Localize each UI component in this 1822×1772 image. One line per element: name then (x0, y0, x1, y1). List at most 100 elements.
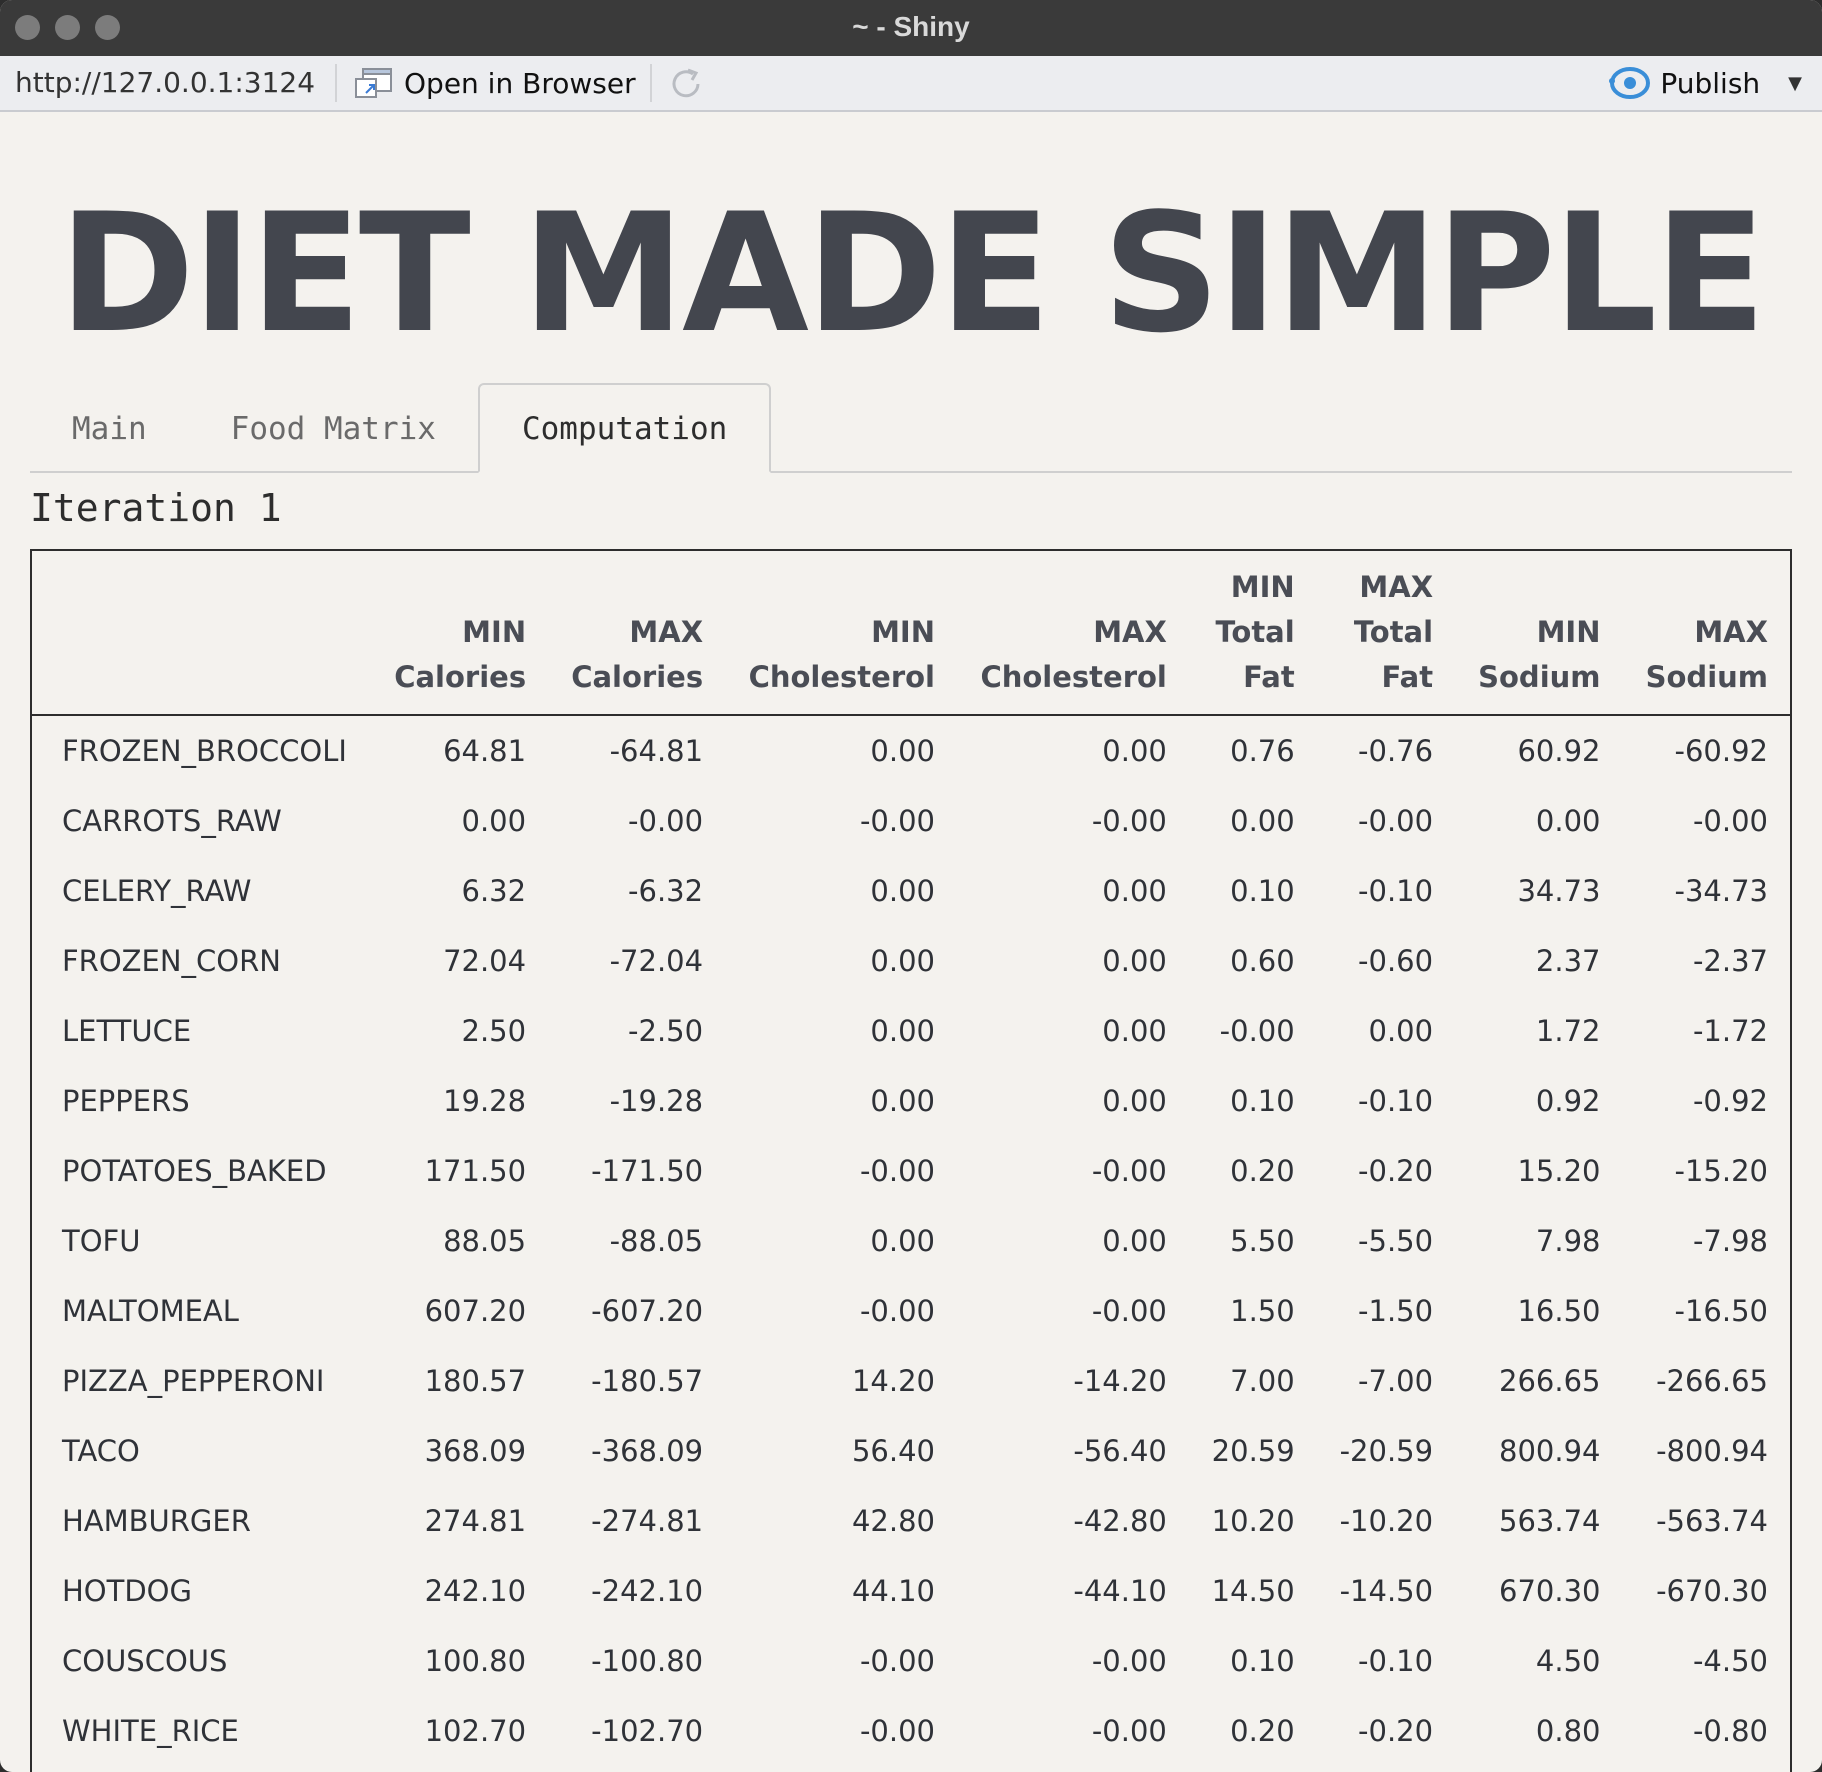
tab-main[interactable]: Main (30, 385, 189, 471)
food-name-cell: HAMBURGER (62, 1504, 251, 1538)
value-cell: 0.60 (1230, 944, 1295, 978)
value-cell: -2.50 (628, 1014, 704, 1048)
publish-icon (1608, 65, 1652, 101)
value-cell: 2.37 (1535, 944, 1601, 978)
value-cell: 7.00 (1230, 1364, 1295, 1398)
publish-button[interactable]: Publish ▼ (1608, 56, 1802, 110)
food-name-cell: TOFU (62, 1224, 141, 1258)
column-header-text: Total (1215, 615, 1295, 649)
value-cell: -102.70 (591, 1714, 704, 1748)
column-header-text: Total (1353, 615, 1434, 649)
value-cell: -0.00 (1219, 1014, 1295, 1048)
value-cell: -0.00 (859, 1714, 935, 1748)
value-cell: 7.98 (1535, 1224, 1601, 1258)
value-cell: 5.50 (1230, 1224, 1295, 1258)
column-header-text: MAX (629, 615, 704, 649)
column-header-text: Fat (1243, 660, 1295, 694)
value-cell: -180.57 (591, 1364, 704, 1398)
tab-bar: Main Food Matrix Computation (30, 382, 1792, 473)
column-header-text: MAX (1694, 615, 1768, 649)
computation-table: MIN Calories MAX Calories MIN Cholesterol MAX C… (32, 551, 1790, 1766)
value-cell: -171.50 (591, 1154, 704, 1188)
food-name-cell: FROZEN_BROCCOLI (62, 734, 347, 768)
value-cell: -5.50 (1358, 1224, 1434, 1258)
column-header-text: Fat (1381, 660, 1434, 694)
table-row: FROZEN_CORN 72.04 -72.04 0.00 0.00 0.60 -0.60 2… (32, 926, 1790, 996)
toolbar-divider (335, 64, 337, 102)
value-cell: 44.10 (851, 1574, 935, 1608)
value-cell: -4.50 (1692, 1644, 1768, 1678)
tab-food-matrix[interactable]: Food Matrix (189, 385, 478, 471)
value-cell: 0.20 (1230, 1714, 1295, 1748)
value-cell: 0.00 (1535, 804, 1601, 838)
value-cell: -2.37 (1692, 944, 1768, 978)
value-cell: -0.00 (1091, 804, 1167, 838)
value-cell: -16.50 (1674, 1294, 1769, 1328)
food-name-cell: PIZZA_PEPPERONI (62, 1364, 325, 1398)
value-cell: -0.00 (859, 1154, 935, 1188)
url-text[interactable]: http://127.0.0.1:3124 (15, 56, 315, 110)
value-cell: -1.50 (1358, 1294, 1434, 1328)
value-cell: -88.05 (609, 1224, 704, 1258)
column-header-text: Calories (571, 660, 704, 694)
value-cell: -72.04 (609, 944, 704, 978)
value-cell: -0.00 (1692, 804, 1768, 838)
value-cell: -274.81 (591, 1504, 704, 1538)
value-cell: 0.00 (1102, 1084, 1167, 1118)
value-cell: -42.80 (1073, 1504, 1167, 1538)
viewer-toolbar: http://127.0.0.1:3124 Open in Browser Pu… (0, 56, 1822, 112)
food-name-cell: FROZEN_CORN (62, 944, 281, 978)
value-cell: -0.00 (859, 804, 935, 838)
food-name-cell: HOTDOG (62, 1574, 192, 1608)
open-browser-icon (354, 65, 394, 101)
table-row: COUSCOUS 100.80 -100.80 -0.00 -0.00 0.10 -0.10… (32, 1626, 1790, 1696)
value-cell: 0.00 (461, 804, 527, 838)
value-cell: 266.65 (1499, 1364, 1601, 1398)
value-cell: 0.00 (1102, 734, 1167, 768)
value-cell: 0.10 (1230, 874, 1295, 908)
value-cell: 0.00 (870, 944, 935, 978)
table-row: CELERY_RAW 6.32 -6.32 0.00 0.00 0.10 -0.10 34.7… (32, 856, 1790, 926)
open-in-browser-button[interactable]: Open in Browser (354, 56, 636, 110)
value-cell: -19.28 (609, 1084, 704, 1118)
food-name-cell: PEPPERS (62, 1084, 190, 1118)
value-cell: -20.59 (1339, 1434, 1434, 1468)
column-header-name (32, 551, 372, 716)
iteration-heading: Iteration 1 (30, 486, 282, 530)
value-cell: -0.10 (1358, 874, 1434, 908)
value-cell: -15.20 (1674, 1154, 1769, 1188)
food-name-cell: CARROTS_RAW (62, 804, 282, 838)
tab-computation[interactable]: Computation (477, 383, 772, 473)
value-cell: 0.00 (1102, 1014, 1167, 1048)
value-cell: -7.98 (1692, 1224, 1768, 1258)
value-cell: 10.20 (1211, 1504, 1295, 1538)
value-cell: -0.00 (1091, 1294, 1167, 1328)
value-cell: 0.00 (870, 1084, 935, 1118)
value-cell: 0.00 (1102, 874, 1167, 908)
column-header-text: MAX (1093, 615, 1167, 649)
window-title: ~ - Shiny (852, 11, 970, 42)
value-cell: 6.32 (461, 874, 527, 908)
food-name-cell: TACO (62, 1434, 140, 1468)
table-header-row: MIN Calories MAX Calories MIN Cholesterol MAX C… (32, 551, 1790, 716)
value-cell: -0.10 (1358, 1644, 1434, 1678)
value-cell: 0.00 (1368, 1014, 1434, 1048)
value-cell: 0.80 (1535, 1714, 1601, 1748)
value-cell: 56.40 (851, 1434, 935, 1468)
value-cell: -0.80 (1692, 1714, 1768, 1748)
value-cell: 60.92 (1517, 734, 1601, 768)
column-header: MIN Sodium (1455, 551, 1623, 716)
chevron-down-icon[interactable]: ▼ (1788, 73, 1802, 94)
value-cell: 4.50 (1535, 1644, 1601, 1678)
value-cell: -100.80 (591, 1644, 704, 1678)
value-cell: -0.00 (628, 804, 704, 838)
refresh-icon[interactable] (666, 64, 706, 104)
value-cell: -0.20 (1358, 1154, 1434, 1188)
value-cell: 0.00 (870, 874, 935, 908)
value-cell: -670.30 (1656, 1574, 1768, 1608)
value-cell: 88.05 (443, 1224, 527, 1258)
table-row: POTATOES_BAKED 171.50 -171.50 -0.00 -0.00 0.2… (32, 1136, 1790, 1206)
table-row: TOFU 88.05 -88.05 0.00 0.00 5.50 -5.50 7.98 -7.9… (32, 1206, 1790, 1276)
value-cell: 563.74 (1499, 1504, 1601, 1538)
column-header-text: Cholesterol (748, 660, 935, 694)
